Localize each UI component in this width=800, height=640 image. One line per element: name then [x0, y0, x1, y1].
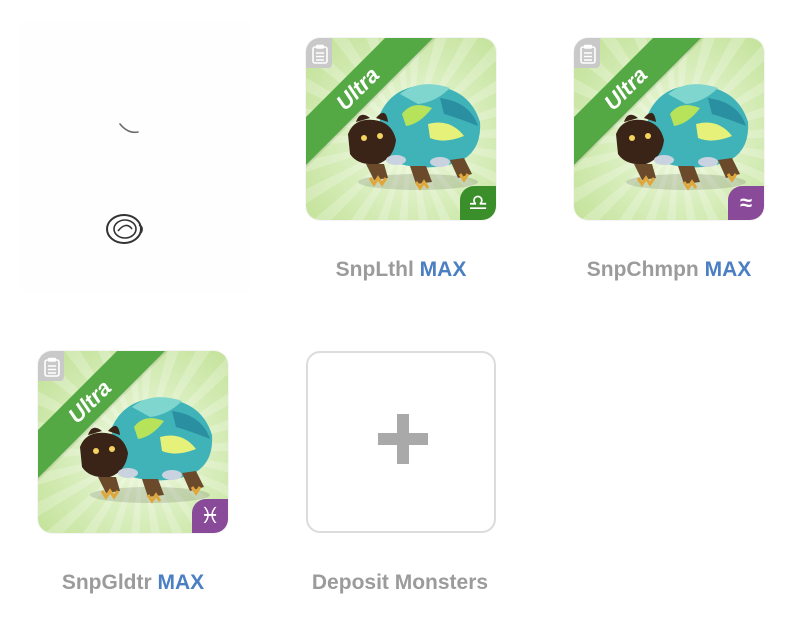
monster-name-label: SnpLthl MAX — [306, 258, 496, 282]
max-tag: MAX — [419, 258, 467, 281]
max-tag: MAX — [157, 571, 205, 594]
monster-card-snplthl[interactable]: Ultra ♎ — [306, 38, 496, 220]
document-icon — [580, 44, 596, 64]
monster-image — [616, 84, 749, 191]
scribble-mark — [106, 214, 143, 244]
monster-image — [348, 84, 481, 191]
monster-name: SnpChmpn — [586, 258, 699, 281]
empty-slot — [20, 22, 250, 292]
pisces-icon: ♓ — [192, 499, 228, 533]
document-icon — [44, 357, 60, 377]
monster-card-snpgldtr[interactable]: Ultra ♓ — [38, 351, 228, 533]
monster-name-label: SnpGldtr MAX — [33, 571, 233, 595]
squiggle-mark — [119, 123, 139, 134]
deposit-monsters-button[interactable] — [306, 351, 496, 533]
plus-icon-vertical — [397, 414, 409, 464]
monster-name-label: SnpChmpn MAX — [569, 258, 769, 282]
libra-icon: ♎ — [460, 186, 496, 220]
monster-name: SnpGldtr — [61, 571, 152, 594]
monster-card-snpchmpn[interactable]: Ultra ≈ — [574, 38, 764, 220]
document-icon — [312, 44, 328, 64]
deposit-monsters-label[interactable]: Deposit Monsters — [290, 571, 510, 595]
monster-name: SnpLthl — [335, 258, 414, 281]
monster-image — [80, 397, 213, 504]
max-tag: MAX — [704, 258, 752, 281]
aquarius-icon: ≈ — [728, 186, 764, 220]
